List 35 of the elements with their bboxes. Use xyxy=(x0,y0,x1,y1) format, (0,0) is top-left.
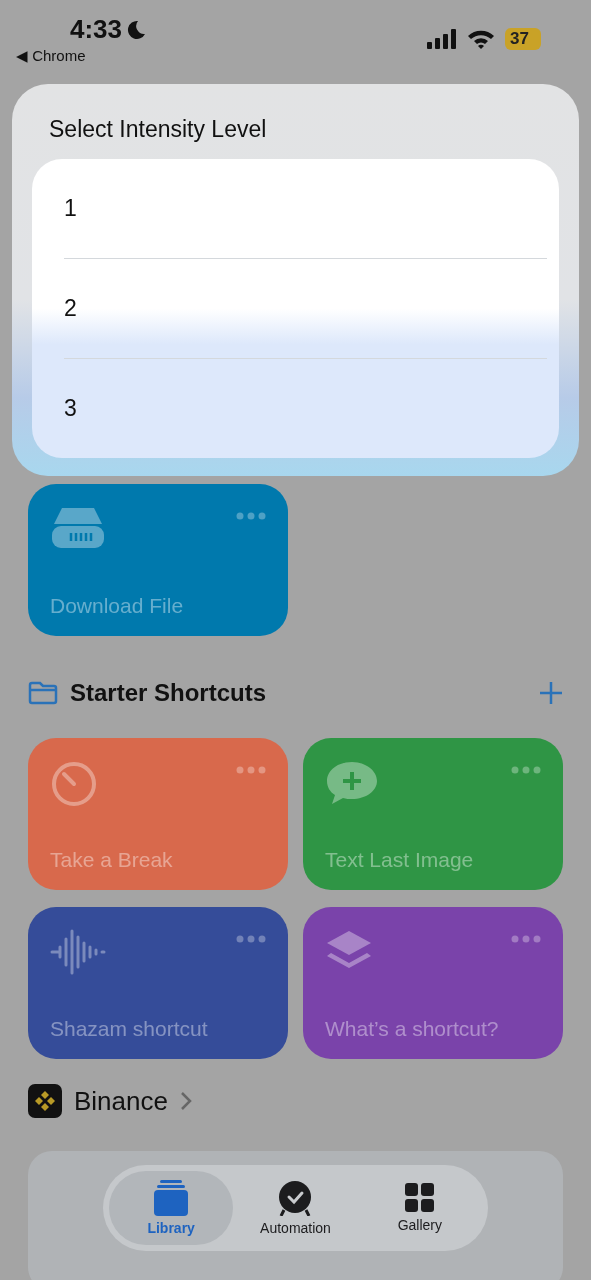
stack-icon xyxy=(154,1180,189,1216)
app-logo-icon xyxy=(28,1084,62,1118)
option-item[interactable]: 1 xyxy=(64,159,547,259)
option-item[interactable]: 3 xyxy=(64,359,547,458)
grid-icon xyxy=(404,1183,435,1213)
message-icon xyxy=(325,760,379,806)
shortcut-name: Download File xyxy=(50,594,185,618)
signal-icon xyxy=(427,29,457,49)
add-icon[interactable] xyxy=(539,681,563,705)
battery-level: 37 xyxy=(505,28,541,50)
waveform-icon xyxy=(50,929,106,975)
more-icon[interactable] xyxy=(236,935,266,943)
option-item[interactable]: 2 xyxy=(64,259,547,359)
tab[interactable]: Gallery xyxy=(357,1171,482,1245)
clock-icon xyxy=(278,1180,313,1216)
more-icon[interactable] xyxy=(236,512,266,520)
back-link[interactable]: ◀ Chrome xyxy=(16,47,86,65)
section-title: Starter Shortcuts xyxy=(70,679,268,707)
section-title[interactable]: Binance xyxy=(74,1085,168,1117)
more-icon[interactable] xyxy=(511,935,541,943)
folder-icon xyxy=(28,681,58,705)
shortcut-name: Text Last Image xyxy=(325,848,475,872)
more-icon[interactable] xyxy=(511,766,541,774)
clock-time: 4:33 xyxy=(70,14,123,45)
dialog-title: Select Intensity Level xyxy=(48,116,268,143)
timer-icon xyxy=(50,760,98,808)
chevron-icon[interactable] xyxy=(179,1091,192,1111)
shortcut-name: What’s a shortcut? xyxy=(325,1017,500,1041)
shortcut-name: Shazam shortcut xyxy=(50,1017,209,1041)
drive-icon xyxy=(50,506,106,550)
shortcut-name: Take a Break xyxy=(50,848,174,872)
more-icon[interactable] xyxy=(236,766,266,774)
moon-icon xyxy=(126,19,147,40)
wifi-icon xyxy=(467,29,495,49)
tab[interactable]: Automation xyxy=(233,1171,358,1245)
